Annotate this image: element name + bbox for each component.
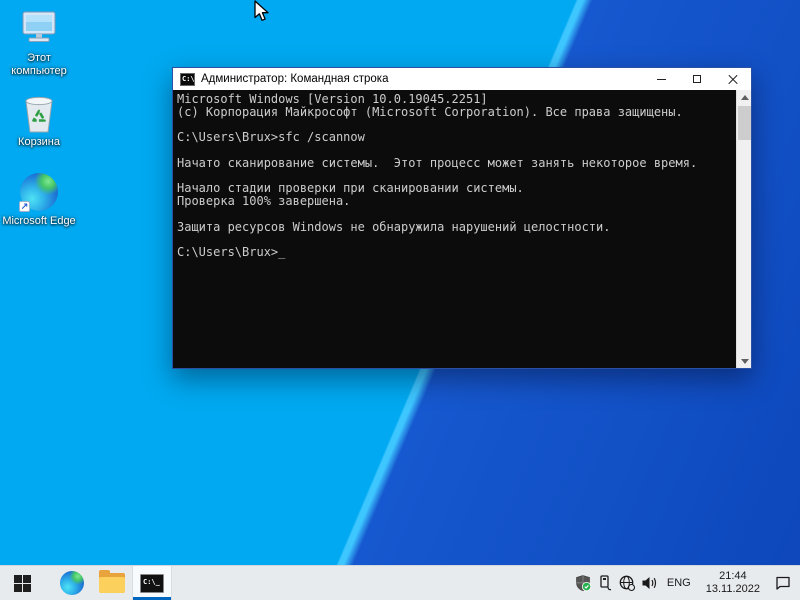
- desktop-icon-recycle-bin[interactable]: Корзина: [0, 92, 78, 149]
- console-scrollbar[interactable]: [736, 90, 751, 368]
- scroll-up-button[interactable]: [737, 90, 752, 104]
- clock-date: 13.11.2022: [705, 583, 760, 595]
- taskbar-edge-button[interactable]: [52, 566, 92, 600]
- action-center-button[interactable]: [768, 566, 798, 600]
- console-line: Начато сканирование системы. Этот процес…: [177, 155, 698, 170]
- shortcut-arrow-icon: ↗: [19, 201, 30, 212]
- maximize-icon: [693, 75, 701, 83]
- cmd-icon: [180, 72, 195, 86]
- console-line: Защита ресурсов Windows не обнаружила на…: [177, 219, 611, 234]
- taskbar-explorer-button[interactable]: [92, 566, 132, 600]
- maximize-button[interactable]: [679, 68, 715, 90]
- desktop-icon-label: Этот компьютер: [11, 52, 67, 77]
- console-prompt-line: C:\Users\Brux>_: [177, 246, 735, 259]
- language-indicator[interactable]: ENG: [660, 566, 698, 600]
- minimize-button[interactable]: [643, 68, 679, 90]
- security-shield-icon[interactable]: [572, 566, 594, 600]
- desktop: { "desktop": { "icons": [ { "label": "Эт…: [0, 0, 800, 600]
- edge-icon: [60, 571, 84, 595]
- start-button[interactable]: [0, 566, 44, 600]
- window-titlebar[interactable]: Администратор: Командная строка: [173, 68, 751, 90]
- minimize-icon: [656, 78, 666, 80]
- desktop-icon-edge[interactable]: ↗ Microsoft Edge: [0, 171, 78, 228]
- windows-logo-icon: [13, 574, 31, 592]
- recycle-bin-icon: [18, 92, 60, 134]
- system-tray: ENG 21:44 13.11.2022: [572, 566, 800, 600]
- network-globe-icon[interactable]: [616, 566, 638, 600]
- console-line: C:\Users\Brux>sfc /scannow: [177, 130, 365, 145]
- console-line: Microsoft Windows [Version 10.0.19045.22…: [177, 92, 488, 106]
- close-icon: [728, 74, 738, 84]
- window-controls: [643, 68, 751, 90]
- mouse-cursor: [253, 0, 271, 29]
- scroll-down-button[interactable]: [737, 354, 752, 368]
- console-prompt: C:\Users\Brux>: [177, 245, 279, 259]
- window-title: Администратор: Командная строка: [201, 73, 389, 85]
- console-line: (c) Корпорация Майкрософт (Microsoft Cor…: [177, 104, 683, 119]
- desktop-icon-list: Этот компьютер Корзина ↗ Microsoft Edge: [0, 8, 78, 242]
- this-pc-icon: [18, 8, 60, 50]
- desktop-icon-label: Microsoft Edge: [2, 215, 76, 227]
- desktop-icon-label: Корзина: [18, 136, 60, 148]
- console-output[interactable]: Microsoft Windows [Version 10.0.19045.22…: [173, 90, 751, 368]
- taskbar: ENG 21:44 13.11.2022: [0, 565, 800, 600]
- taskbar-cmd-button[interactable]: [132, 566, 172, 600]
- console-line: Проверка 100% завершена.: [177, 194, 351, 208]
- scroll-up-icon: [740, 94, 749, 100]
- action-center-icon: [776, 576, 790, 590]
- close-button[interactable]: [715, 68, 751, 90]
- volume-icon[interactable]: [638, 566, 660, 600]
- clock-time: 21:44: [719, 570, 747, 582]
- scroll-down-icon: [740, 358, 749, 364]
- desktop-icon-this-pc[interactable]: Этот компьютер: [0, 8, 78, 78]
- command-prompt-window: Администратор: Командная строка Microsof…: [172, 67, 752, 369]
- console-cursor: _: [278, 245, 286, 259]
- file-explorer-icon: [99, 570, 125, 593]
- scrollbar-thumb[interactable]: [738, 106, 751, 140]
- edge-icon: ↗: [18, 171, 60, 213]
- usb-device-icon[interactable]: [594, 566, 616, 600]
- cmd-icon: [140, 573, 164, 593]
- clock[interactable]: 21:44 13.11.2022: [698, 570, 768, 596]
